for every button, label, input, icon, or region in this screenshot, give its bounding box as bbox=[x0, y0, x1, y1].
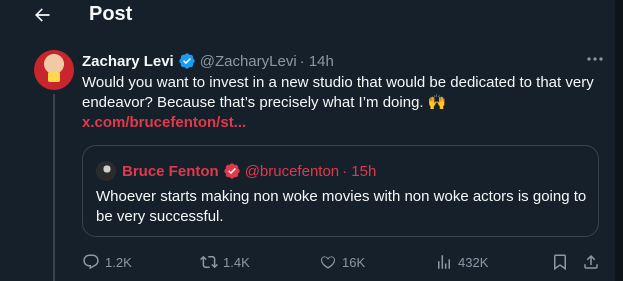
quote-verified-badge-icon bbox=[223, 162, 241, 180]
post: Zachary Levi @ZacharyLevi · 14h Would yo… bbox=[16, 36, 615, 281]
action-bar: 1.2K 1.4K 16K 432K bbox=[82, 252, 600, 272]
views-icon bbox=[435, 253, 453, 271]
repost-count: 1.4K bbox=[223, 254, 250, 270]
like-icon bbox=[319, 253, 337, 271]
reply-icon bbox=[82, 253, 100, 271]
bookmark-button[interactable] bbox=[551, 252, 569, 272]
avatar[interactable] bbox=[34, 50, 74, 90]
share-button[interactable] bbox=[582, 252, 600, 272]
quote-author-name[interactable]: Bruce Fenton bbox=[122, 163, 219, 180]
reply-button[interactable]: 1.2K bbox=[82, 252, 132, 272]
share-icon bbox=[582, 253, 600, 271]
back-button[interactable] bbox=[27, 2, 57, 28]
quote-text: Whoever starts making non woke movies wi… bbox=[96, 188, 587, 225]
bookmark-icon bbox=[551, 253, 569, 271]
quote-timestamp[interactable]: · 15h bbox=[342, 163, 376, 180]
post-text: Would you want to invest in a new studio… bbox=[82, 73, 602, 133]
page-title: Post bbox=[89, 3, 133, 25]
top-bar: Post bbox=[0, 0, 615, 36]
reply-count: 1.2K bbox=[105, 254, 132, 270]
raised-hands-emoji: 🙌 bbox=[427, 94, 447, 111]
repost-button[interactable]: 1.4K bbox=[200, 252, 250, 272]
back-arrow-icon bbox=[32, 5, 52, 25]
verified-badge-icon bbox=[178, 52, 196, 70]
author-handle[interactable]: @ZacharyLevi bbox=[200, 53, 297, 70]
views-count: 432K bbox=[458, 254, 489, 270]
like-button[interactable]: 16K bbox=[319, 252, 365, 272]
views-button[interactable]: 432K bbox=[435, 252, 488, 272]
scrollbar[interactable] bbox=[615, 0, 623, 281]
post-header: Zachary Levi @ZacharyLevi · 14h bbox=[82, 52, 334, 70]
more-icon bbox=[587, 56, 603, 62]
more-button[interactable] bbox=[585, 52, 605, 66]
post-link[interactable]: x.com/brucefenton/st... bbox=[82, 113, 602, 133]
post-timestamp[interactable]: · 14h bbox=[300, 53, 334, 70]
author-name[interactable]: Zachary Levi bbox=[82, 53, 174, 70]
like-count: 16K bbox=[342, 254, 366, 270]
repost-icon bbox=[200, 253, 218, 271]
post-body: Would you want to invest in a new studio… bbox=[82, 74, 594, 111]
thread-line bbox=[53, 94, 55, 281]
post-detail-view: Post Zachary Levi @ZacharyLevi · 14h Wou… bbox=[0, 0, 623, 281]
quote-author-handle[interactable]: @brucefenton bbox=[245, 163, 339, 180]
quote-header: Bruce Fenton @brucefenton · 15h bbox=[122, 161, 376, 181]
quoted-post[interactable]: Bruce Fenton @brucefenton · 15h Whoever … bbox=[82, 145, 599, 237]
quote-avatar[interactable] bbox=[96, 161, 116, 181]
